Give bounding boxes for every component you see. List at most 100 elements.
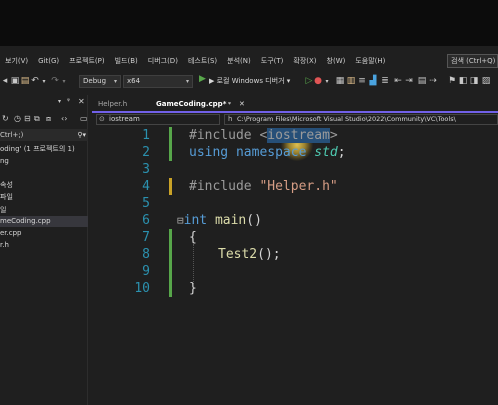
change-indicator-unsaved — [169, 178, 172, 195]
line-number: 6 — [142, 213, 150, 228]
menu-window[interactable]: 창(W) — [322, 54, 351, 68]
show-all-files-icon[interactable]: ⧉ — [34, 114, 40, 124]
solution-explorer-header: ▾ ᵠ ✕ — [0, 95, 88, 111]
search-icon: ⚲▾ — [77, 131, 86, 139]
tree-item-helper-cpp[interactable]: er.cpp — [0, 228, 22, 239]
tree-item-project[interactable]: ng — [0, 156, 9, 167]
scope-value: iostream — [109, 115, 140, 123]
sync-icon[interactable]: ↻ — [2, 114, 9, 123]
menu-bar: 보기(V) Git(G) 프로젝트(P) 빌드(B) 디버그(D) 테스트(S)… — [0, 52, 498, 70]
open-folder-icon[interactable]: ▤ — [20, 74, 30, 88]
navigation-bar: ⊙ iostream h C:\Program Files\Microsoft … — [92, 113, 498, 126]
tab-helper-h[interactable]: Helper.h — [92, 97, 148, 112]
code-editor[interactable]: 1 2 3 4 5 6 7 8 9 10 #include <iostream>… — [92, 127, 498, 405]
tree-item-folder[interactable]: 일 — [0, 205, 6, 216]
menu-debug[interactable]: 디버그(D) — [143, 54, 183, 68]
scope-icon: ⊙ — [99, 115, 105, 123]
menu-view[interactable]: 보기(V) — [0, 54, 33, 68]
pin-icon[interactable]: ᵠ — [67, 97, 70, 105]
line-number: 10 — [134, 281, 150, 296]
line-number: 7 — [142, 230, 150, 245]
menu-analyze[interactable]: 분석(N) — [222, 54, 256, 68]
comment-icon[interactable]: ≣ — [380, 74, 390, 88]
undo-icon[interactable]: ↶ — [30, 74, 40, 88]
fold-icon[interactable]: ⊟ — [177, 214, 184, 227]
format-icon[interactable]: ≡ — [357, 74, 367, 88]
play-icon[interactable]: ▶ — [199, 74, 206, 84]
clear-bookmarks-icon[interactable]: ▨ — [481, 74, 491, 88]
document-tabs: Helper.h GameCoding.cpp* ᵠ ✕ — [92, 97, 498, 112]
tab-label: GameCoding.cpp* — [156, 100, 227, 108]
menu-help[interactable]: 도움말(H) — [350, 54, 390, 68]
pin-icon[interactable]: ᵠ — [228, 97, 231, 112]
menu-tools[interactable]: 도구(T) — [256, 54, 289, 68]
code-line-4: #include "Helper.h" — [189, 179, 338, 194]
change-indicator-saved — [169, 127, 172, 161]
scope-select[interactable]: ⊙ iostream — [96, 114, 220, 125]
line-number: 8 — [142, 247, 150, 262]
tree-item-gamecoding-cpp[interactable]: meCoding.cpp — [0, 216, 88, 227]
properties-icon[interactable]: ⧈ — [46, 114, 51, 124]
chevron-down-icon[interactable]: ▾ — [60, 74, 68, 88]
history-icon[interactable]: ◷ — [14, 114, 21, 123]
solution-explorer: ▾ ᵠ ✕ ↻ ◷ ⊟ ⧉ ⧈ ‹› ▭ Ctrl+;) ⚲▾ oding' (… — [0, 95, 88, 405]
configuration-select[interactable]: Debug ▾ — [79, 75, 121, 88]
indent-icon[interactable]: ⇥ — [404, 74, 414, 88]
tree-item-files[interactable]: 파일 — [0, 192, 13, 203]
next-bookmark-icon[interactable]: ◨ — [469, 74, 479, 88]
prev-bookmark-icon[interactable]: ◧ — [458, 74, 468, 88]
menu-project[interactable]: 프로젝트(P) — [64, 54, 109, 68]
nav-back-icon[interactable]: ◂ — [0, 74, 10, 88]
code-line-1: #include <iostream> — [189, 128, 338, 143]
search-input[interactable]: 검색 (Ctrl+Q) — [447, 54, 498, 68]
run-debugger-button[interactable]: ▶ 로컬 Windows 디버거 ▾ — [209, 71, 290, 91]
title-bar-area — [0, 0, 498, 46]
code-line-9: Test2(); — [218, 247, 281, 262]
redo-icon[interactable]: ↷ — [50, 74, 60, 88]
code-line-2: using namespace std; — [189, 145, 346, 160]
tree-item-helper-h[interactable]: r.h — [0, 240, 9, 251]
solution-config-icon[interactable]: ▦ — [335, 74, 345, 88]
platform-value: x64 — [127, 77, 141, 85]
chevron-down-icon[interactable]: ▾ — [323, 74, 331, 88]
header-icon: h — [228, 115, 233, 123]
path-value: C:\Program Files\Microsoft Visual Studio… — [237, 115, 456, 123]
preview-icon[interactable]: ▭ — [80, 114, 88, 123]
indent-guide — [193, 244, 194, 284]
menu-extensions[interactable]: 확장(X) — [288, 54, 321, 68]
configuration-value: Debug — [83, 77, 107, 85]
new-item-icon[interactable]: ▣ — [10, 74, 20, 88]
path-select[interactable]: h C:\Program Files\Microsoft Visual Stud… — [224, 114, 498, 125]
line-number: 3 — [142, 162, 150, 177]
line-number: 2 — [142, 145, 150, 160]
bookmark-icon[interactable]: ⚑ — [447, 74, 457, 88]
folder-icon[interactable]: ▥ — [346, 74, 356, 88]
chevron-down-icon: ▾ — [185, 78, 189, 85]
close-icon[interactable]: ✕ — [78, 97, 85, 106]
chevron-down-icon[interactable]: ▾ — [58, 98, 61, 105]
code-icon[interactable]: ‹› — [61, 114, 67, 123]
platform-select[interactable]: x64 ▾ — [123, 75, 193, 88]
tree-item-solution[interactable]: oding' (1 프로젝트의 1) — [0, 144, 75, 155]
change-indicator-saved — [169, 229, 172, 297]
outdent-icon[interactable]: ⇤ — [393, 74, 403, 88]
line-number: 5 — [142, 196, 150, 211]
chevron-down-icon[interactable]: ▾ — [40, 74, 48, 88]
menu-test[interactable]: 테스트(S) — [183, 54, 222, 68]
solution-search-input[interactable]: Ctrl+;) ⚲▾ — [0, 129, 88, 141]
collapse-all-icon[interactable]: ⊟ — [24, 114, 31, 123]
bookmark-list-icon[interactable]: ▤ — [417, 74, 427, 88]
close-icon[interactable]: ✕ — [239, 97, 245, 112]
hot-reload-icon[interactable]: ● — [313, 74, 323, 88]
tab-gamecoding-cpp[interactable]: GameCoding.cpp* ᵠ ✕ — [150, 97, 250, 112]
solution-explorer-toolbar: ↻ ◷ ⊟ ⧉ ⧈ ‹› ▭ — [0, 113, 88, 127]
chevron-down-icon: ▾ — [113, 78, 117, 85]
code-line-6: ⊟int main() — [177, 213, 262, 228]
line-number: 1 — [142, 128, 150, 143]
tree-item-properties[interactable]: 속성 — [0, 180, 13, 191]
menu-build[interactable]: 빌드(B) — [110, 54, 143, 68]
chart-icon[interactable]: ▟ — [368, 74, 378, 88]
step-icon[interactable]: ⇢ — [428, 74, 438, 88]
menu-git[interactable]: Git(G) — [33, 54, 64, 68]
line-number: 9 — [142, 264, 150, 279]
